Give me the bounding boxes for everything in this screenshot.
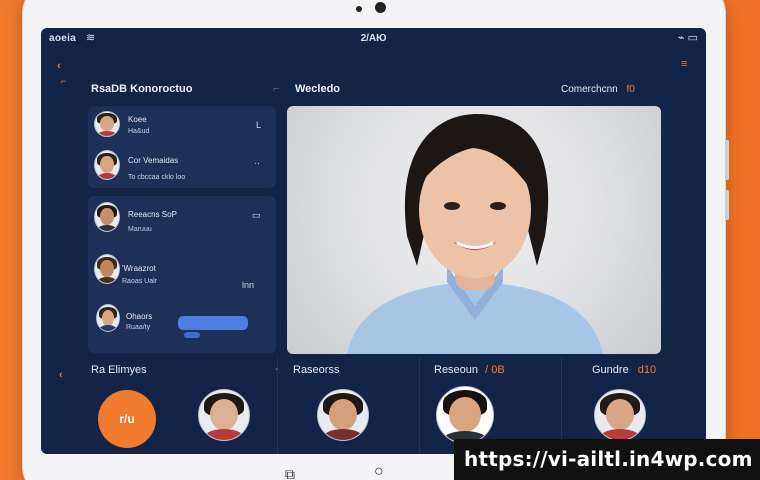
contact-name: Cor Vemaidas	[128, 156, 179, 165]
sidebar-title: RsaDB Konoroctuo	[91, 83, 193, 95]
call-icon[interactable]: L	[256, 120, 261, 130]
contact-card-group[interactable]: Koee Ha&ud L Cor Vemaidas To cbccaa cklo…	[88, 106, 276, 188]
participant-avatar[interactable]	[317, 389, 369, 441]
contact-name: Koee	[128, 115, 147, 124]
signal-icon[interactable]: lnn	[242, 280, 254, 290]
url-watermark: https://vi-ailtl.in4wp.com	[454, 439, 760, 480]
call-button[interactable]: r/u	[98, 390, 156, 448]
guide-number: d10	[637, 364, 657, 376]
menu-icon[interactable]: ‹	[57, 60, 61, 72]
side-button	[725, 190, 729, 220]
contact-name: 'Wraazrot	[122, 264, 156, 273]
column-divider	[419, 358, 420, 454]
settings-icon[interactable]: ≡	[681, 58, 687, 70]
contact-status: Maruuu	[128, 226, 152, 233]
square-icon[interactable]: ⧉	[285, 466, 295, 480]
participant-avatar[interactable]	[436, 386, 494, 444]
contact-status: Raoas Ualr	[122, 278, 158, 285]
contact-card-group[interactable]: Reeacns SoP Maruuu ▭ 'Wraazrot Raoas Ual…	[88, 196, 276, 353]
app-screen: aoeia ≋ 2/АЮ ⌁ ▭ ‹ ⌐ ≡ RsaDB Konoroctuo …	[41, 28, 706, 454]
contact-status: Ruaa/ty	[126, 324, 151, 331]
right-title-number: f0	[626, 84, 635, 95]
participant-avatar[interactable]	[594, 389, 646, 441]
contact-status: To cbccaa cklo loo	[128, 174, 186, 181]
avatar	[94, 150, 120, 180]
more-icon[interactable]: ··	[254, 158, 260, 168]
participant-avatar[interactable]	[198, 389, 250, 441]
marker-icon: ·	[275, 364, 279, 376]
back-icon[interactable]: ‹	[59, 369, 63, 381]
recents-label: Raseorss	[293, 364, 340, 376]
menu-icon[interactable]: ⌐	[61, 76, 66, 86]
message-bubble[interactable]	[178, 316, 248, 330]
guide-text: Gundre	[592, 364, 629, 376]
front-camera	[356, 6, 362, 12]
right-title-text: Comerchcnn	[561, 84, 618, 95]
right-title: Comerchcnn f0	[561, 84, 635, 95]
contact-name: Ohaors	[126, 312, 153, 321]
contact-status: Ha&ud	[128, 128, 150, 135]
avatar	[94, 254, 120, 284]
resources-label: Reseoun / 0B	[434, 364, 505, 376]
caller-portrait	[347, 114, 603, 354]
guide-label: Gundre d10	[592, 364, 656, 376]
resources-text: Reseoun	[434, 364, 479, 376]
resources-number: / 0B	[485, 364, 505, 376]
avatar	[94, 202, 120, 232]
battery-icon: ⌁ ▭	[677, 32, 698, 44]
message-bubble[interactable]	[184, 332, 200, 338]
avatar	[96, 304, 120, 332]
main-video[interactable]	[287, 106, 661, 354]
avatar	[94, 111, 120, 137]
status-bar: aoeia ≋ 2/АЮ ⌁ ▭	[41, 28, 706, 50]
divider-marker: ⌐	[273, 83, 280, 95]
video-title: Wecledo	[295, 83, 341, 95]
status-time: 2/АЮ	[360, 33, 387, 44]
message-icon[interactable]: ▭	[252, 210, 261, 221]
contact-name: Reeacns SoP	[128, 210, 177, 219]
home-icon[interactable]: ○	[374, 463, 384, 480]
favorites-label: Ra Elimyes	[91, 364, 147, 376]
side-button	[725, 140, 729, 180]
front-sensor	[375, 2, 386, 13]
